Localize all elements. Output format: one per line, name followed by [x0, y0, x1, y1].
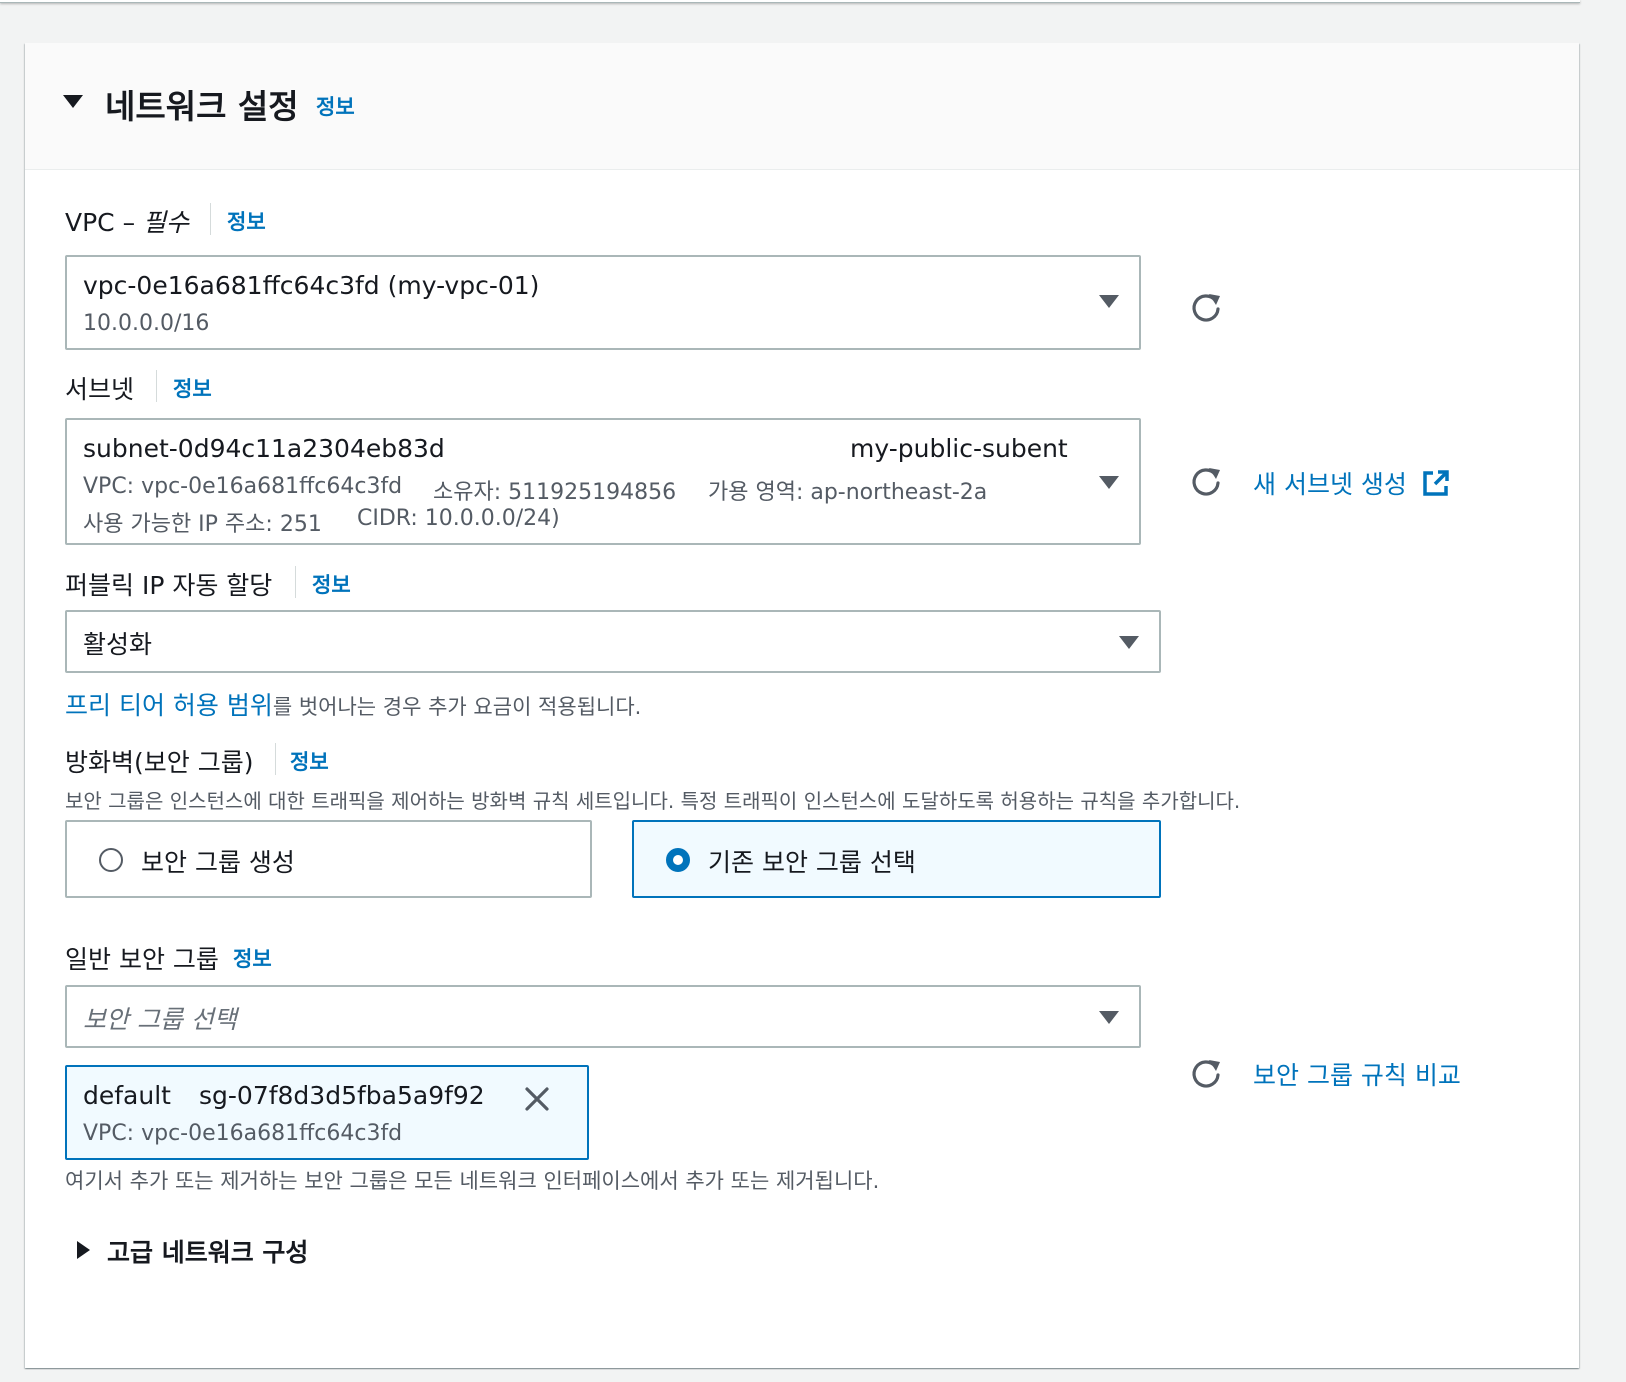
compare-sg-rules-link[interactable]: 보안 그룹 규칙 비교: [1253, 1056, 1461, 1092]
vpc-dropdown-caret-icon: [1099, 295, 1119, 308]
subnet-label: 서브넷: [65, 375, 135, 404]
security-group-select[interactable]: 보안 그룹 선택: [65, 985, 1141, 1048]
section-title: 네트워크 설정: [105, 87, 299, 126]
public-ip-value: 활성화: [83, 630, 153, 659]
expand-caret-icon: [77, 1241, 90, 1259]
firewall-description: 보안 그룹은 인스턴스에 대한 트래픽을 제어하는 방화벽 규칙 세트입니다. …: [65, 789, 1241, 813]
network-settings-panel: 네트워크 설정 정보 VPC – 필수 정보 vpc-0e16a681ffc64…: [25, 43, 1579, 1368]
token-sg-id: sg-07f8d3d5fba5a9f92: [199, 1081, 485, 1110]
vpc-refresh-icon[interactable]: [1189, 290, 1223, 324]
security-group-note: 여기서 추가 또는 제거하는 보안 그룹은 모든 네트워크 인터페이스에서 추가…: [65, 1169, 880, 1193]
subnet-label-divider: [156, 370, 157, 402]
public-ip-label-divider: [295, 566, 296, 598]
vpc-label-divider: [210, 203, 211, 235]
subnet-select[interactable]: subnet-0d94c11a2304eb83d my-public-suben…: [65, 418, 1141, 545]
radio-existing-label: 기존 보안 그룹 선택: [708, 848, 916, 877]
subnet-vpc: VPC: vpc-0e16a681ffc64c3fd: [83, 474, 403, 499]
collapse-caret-icon[interactable]: [63, 95, 83, 108]
security-group-token: default sg-07f8d3d5fba5a9f92 VPC: vpc-0e…: [65, 1065, 589, 1160]
firewall-label: 방화벽(보안 그룹): [65, 748, 254, 777]
vpc-selected-id: vpc-0e16a681ffc64c3fd (my-vpc-01): [83, 271, 540, 300]
vpc-required: 필수: [143, 208, 190, 237]
radio-existing-circle[interactable]: [666, 848, 690, 872]
token-sg-name: default: [83, 1081, 171, 1110]
firewall-info-link[interactable]: 정보: [290, 746, 329, 776]
vpc-label: VPC – 필수: [65, 203, 189, 239]
close-icon[interactable]: [523, 1085, 551, 1113]
common-sg-info-link[interactable]: 정보: [233, 943, 272, 973]
panel-header[interactable]: 네트워크 설정 정보: [25, 43, 1579, 170]
vpc-selected-cidr: 10.0.0.0/16: [83, 311, 210, 336]
subnet-cidr: CIDR: 10.0.0.0/24): [357, 506, 560, 531]
previous-panel-edge: [0, 0, 1580, 3]
advanced-network-toggle[interactable]: 고급 네트워크 구성: [75, 1229, 395, 1269]
free-tier-note-text: 를 벗어나는 경우 추가 요금이 적용됩니다.: [272, 695, 642, 719]
vpc-info-link[interactable]: 정보: [227, 206, 266, 236]
subnet-owner: 소유자: 511925194856: [433, 480, 677, 505]
token-sg-vpc: VPC: vpc-0e16a681ffc64c3fd: [83, 1121, 403, 1146]
security-group-refresh-icon[interactable]: [1189, 1056, 1223, 1090]
radio-existing-security-group[interactable]: 기존 보안 그룹 선택: [632, 820, 1161, 898]
security-group-placeholder: 보안 그룹 선택: [83, 1005, 237, 1034]
create-subnet-link[interactable]: 새 서브넷 생성: [1253, 465, 1451, 501]
public-ip-label: 퍼블릭 IP 자동 할당: [65, 571, 273, 600]
subnet-selected-name: my-public-subent: [850, 434, 1068, 463]
vpc-select[interactable]: vpc-0e16a681ffc64c3fd (my-vpc-01) 10.0.0…: [65, 255, 1141, 350]
free-tier-note: 프리 티어 허용 범위를 벗어나는 경우 추가 요금이 적용됩니다.: [65, 686, 641, 722]
security-group-dropdown-caret-icon: [1099, 1011, 1119, 1024]
common-sg-label: 일반 보안 그룹: [65, 940, 219, 976]
public-ip-select[interactable]: 활성화: [65, 610, 1161, 673]
subnet-dropdown-caret-icon: [1099, 476, 1119, 489]
subnet-available-ips: 사용 가능한 IP 주소: 251: [83, 512, 322, 537]
public-ip-info-link[interactable]: 정보: [312, 569, 351, 599]
subnet-selected-id: subnet-0d94c11a2304eb83d: [83, 434, 445, 463]
subnet-info-link[interactable]: 정보: [173, 373, 212, 403]
radio-create-security-group[interactable]: 보안 그룹 생성: [65, 820, 592, 898]
subnet-refresh-icon[interactable]: [1189, 464, 1223, 498]
free-tier-link[interactable]: 프리 티어 허용 범위: [65, 691, 273, 720]
vpc-label-text: VPC –: [65, 208, 144, 237]
create-subnet-label: 새 서브넷 생성: [1253, 470, 1407, 499]
section-info-link[interactable]: 정보: [316, 91, 355, 121]
radio-create-label: 보안 그룹 생성: [141, 848, 295, 877]
common-sg-label-text: 일반 보안 그룹: [65, 945, 219, 974]
public-ip-dropdown-caret-icon: [1119, 636, 1139, 649]
radio-create-circle[interactable]: [99, 848, 123, 872]
advanced-network-label: 고급 네트워크 구성: [107, 1238, 309, 1267]
firewall-label-divider: [275, 743, 276, 775]
subnet-az: 가용 영역: ap-northeast-2a: [708, 480, 988, 505]
external-link-icon: [1423, 470, 1449, 496]
